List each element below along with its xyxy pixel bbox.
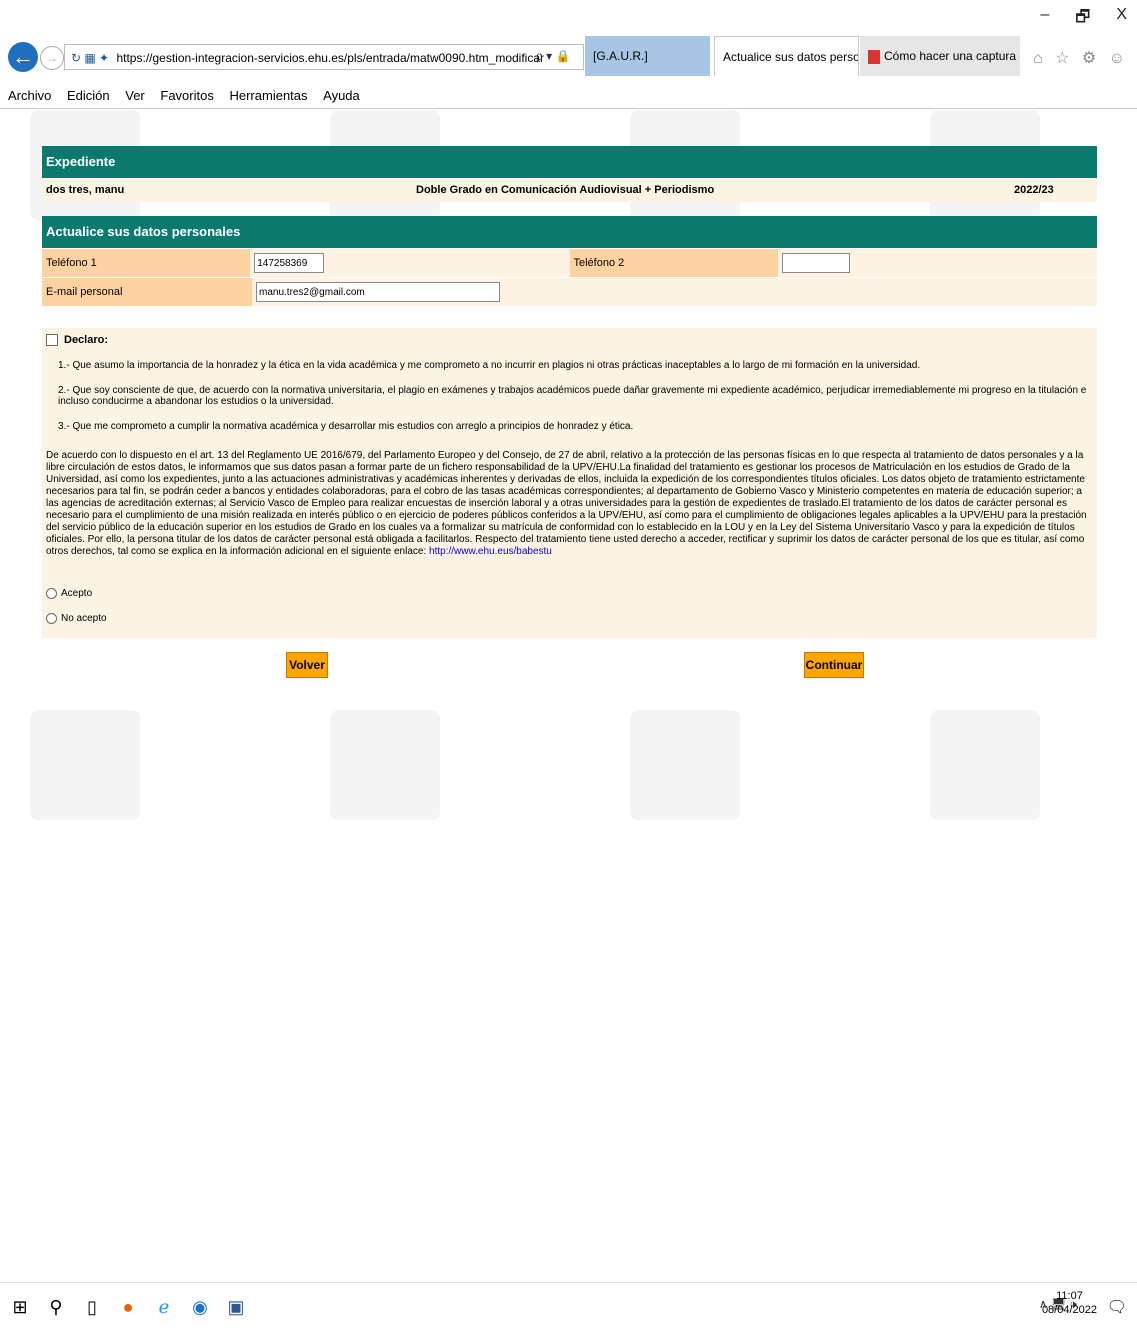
url-text: https://gestion-integracion-servicios.eh… — [116, 51, 545, 65]
reject-label: No acepto — [61, 613, 107, 624]
word-icon[interactable]: ▣ — [224, 1295, 248, 1319]
menu-favoritos[interactable]: Favoritos — [160, 88, 213, 103]
close-icon[interactable]: X — [1116, 6, 1127, 33]
browser-action-icons[interactable]: ⌂ ☆ ⚙ ☺ — [1033, 48, 1129, 68]
clock-date: 08/04/2022 — [1041, 1304, 1097, 1316]
tab-gaur[interactable]: [G.A.U.R.] — [585, 36, 710, 76]
accept-radio[interactable] — [46, 588, 57, 599]
declaration-checkbox[interactable] — [46, 334, 58, 346]
form-buttons: Volver Continuar — [42, 638, 1097, 698]
menu-herramientas[interactable]: Herramientas — [229, 88, 307, 103]
watermark-logo — [330, 710, 440, 820]
search-icon[interactable]: ⚲ — [44, 1295, 68, 1319]
declaration-item: 3.- Que me comprometo a cumplir la norma… — [58, 421, 634, 432]
taskbar: ⊞ ⚲ ▯ ● ℯ ◉ ▣ ∧ 🖥 🕩 11:07 08/04/2022 🗨 — [0, 1282, 1137, 1335]
phone1-label: Teléfono 1 — [42, 249, 251, 277]
email-field[interactable]: manu.tres2@gmail.com — [256, 282, 500, 302]
restore-icon[interactable]: 🗗 — [1075, 6, 1090, 33]
phone1-field[interactable]: 147258369 — [254, 253, 325, 273]
babestu-link[interactable]: http://www.ehu.eus/babestu — [429, 546, 552, 557]
phone2-field[interactable] — [781, 253, 850, 273]
reject-radio[interactable] — [46, 613, 57, 624]
app-icon[interactable]: ◉ — [188, 1295, 212, 1319]
search-lock-icons[interactable]: ρ ▾ 🔒 — [536, 49, 570, 63]
menu-ayuda[interactable]: Ayuda — [323, 88, 360, 103]
continue-button[interactable]: Continuar — [804, 652, 864, 678]
tab-label: Cómo hacer una captura de pa... — [884, 49, 1020, 63]
email-label: E-mail personal — [42, 278, 252, 306]
windows-start-icon[interactable]: ⊞ — [8, 1295, 32, 1319]
watermark-logo — [630, 710, 740, 820]
email-row: E-mail personal manu.tres2@gmail.com — [42, 278, 1097, 306]
menu-edicion[interactable]: Edición — [67, 88, 110, 103]
academic-year: 2022/23 — [1014, 184, 1054, 196]
pdf-icon — [868, 49, 880, 64]
personal-data-header: Actualice sus datos personales — [42, 216, 1097, 248]
declaration-box: Declaro: 1.- Que asumo la importancia de… — [42, 328, 1097, 638]
watermark-logo — [930, 710, 1040, 820]
address-bar[interactable]: ↻ ▦ ✦ https://gestion-integracion-servic… — [64, 44, 584, 70]
accept-option[interactable]: Acepto — [46, 588, 1093, 599]
main-form: Expediente dos tres, manu Doble Grado en… — [42, 146, 1097, 698]
accept-label: Acepto — [61, 588, 93, 599]
browser-toolbar: ← → ↻ ▦ ✦ https://gestion-integracion-se… — [0, 36, 1137, 86]
notification-icon[interactable]: 🗨 — [1107, 1297, 1127, 1317]
legal-paragraph: De acuerdo con lo dispuesto en el art. 1… — [46, 450, 1087, 557]
tab-label: [G.A.U.R.] — [593, 49, 648, 63]
forward-arrow-icon[interactable]: → — [40, 46, 64, 70]
legal-text: De acuerdo con lo dispuesto en el art. 1… — [46, 450, 1093, 558]
tab-label: Actualice sus datos persona... × — [723, 50, 859, 64]
minimize-icon[interactable]: – — [1040, 6, 1049, 33]
site-favicon-icon: ↻ ▦ ✦ — [71, 51, 110, 65]
phone2-label: Teléfono 2 — [569, 249, 778, 277]
declaration-item: 1.- Que asumo la importancia de la honra… — [58, 360, 921, 371]
menu-bar: Archivo Edición Ver Favoritos Herramient… — [0, 88, 1137, 109]
student-name: dos tres, manu — [46, 184, 125, 196]
reject-option[interactable]: No acepto — [46, 613, 1093, 624]
firefox-icon[interactable]: ● — [116, 1295, 140, 1319]
menu-ver[interactable]: Ver — [125, 88, 145, 103]
internet-explorer-icon[interactable]: ℯ — [152, 1295, 176, 1319]
declaration-title: Declaro: — [64, 334, 109, 346]
window-controls: – 🗗 X — [1040, 6, 1127, 33]
expediente-header: Expediente — [42, 146, 1097, 178]
page-content: Expediente dos tres, manu Doble Grado en… — [0, 110, 1137, 1283]
menu-archivo[interactable]: Archivo — [8, 88, 51, 103]
expediente-row: dos tres, manu Doble Grado en Comunicaci… — [42, 178, 1097, 202]
watermark-logo — [30, 710, 140, 820]
back-button[interactable]: Volver — [286, 652, 328, 678]
degree-name: Doble Grado en Comunicación Audiovisual … — [416, 184, 715, 196]
back-arrow-icon[interactable]: ← — [8, 42, 38, 72]
declaration-item: 2.- Que soy consciente de que, de acuerd… — [58, 385, 1087, 407]
clock[interactable]: 11:07 08/04/2022 — [1042, 1289, 1097, 1317]
tab-actualice[interactable]: Actualice sus datos persona... × — [714, 36, 859, 76]
clock-time: 11:07 — [1056, 1290, 1083, 1302]
tab-captura[interactable]: Cómo hacer una captura de pa... — [860, 36, 1020, 76]
task-view-icon[interactable]: ▯ — [80, 1295, 104, 1319]
phone-row: Teléfono 1 147258369 Teléfono 2 — [42, 249, 1097, 277]
